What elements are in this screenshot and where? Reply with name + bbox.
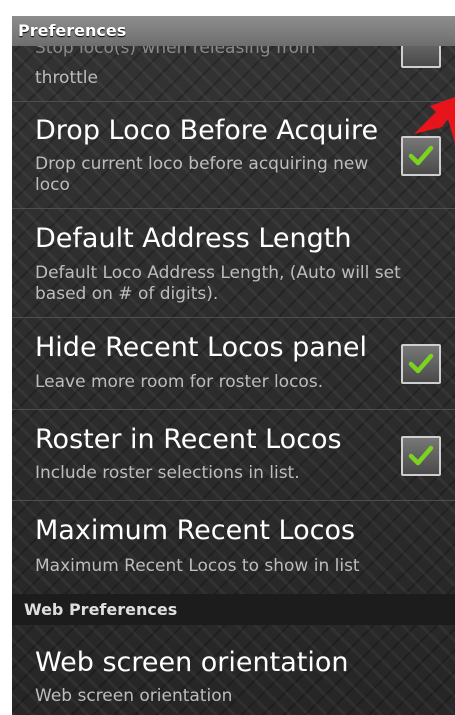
pref-title: Maximum Recent Locos bbox=[35, 515, 356, 546]
pref-summary: Maximum Recent Locos to show in list bbox=[35, 556, 360, 576]
pref-title: Default Address Length bbox=[35, 223, 352, 254]
pref-item-hide-recent[interactable]: Hide Recent Locos panel Leave more room … bbox=[12, 318, 455, 410]
hide-recent-checkbox[interactable] bbox=[401, 344, 441, 384]
pref-item-drop-loco[interactable]: Drop Loco Before Acquire Drop current lo… bbox=[12, 102, 455, 209]
pref-summary-partial: Stop loco(s) when releasing from bbox=[35, 46, 316, 58]
roster-recent-checkbox[interactable] bbox=[401, 436, 441, 476]
pref-summary: Drop current loco before acquiring new l… bbox=[35, 154, 369, 195]
pref-item-max-recent[interactable]: Maximum Recent Locos Maximum Recent Loco… bbox=[12, 501, 455, 594]
checkmark-icon bbox=[408, 445, 434, 466]
pref-summary: Include roster selections in list. bbox=[35, 463, 300, 483]
pref-title: Hide Recent Locos panel bbox=[35, 332, 368, 363]
pref-summary: Leave more room for roster locos. bbox=[35, 372, 324, 392]
pref-title: Web screen orientation bbox=[35, 647, 349, 678]
red-arrow-icon bbox=[414, 97, 455, 144]
pref-summary: throttle bbox=[35, 68, 98, 88]
pref-item-roster-recent[interactable]: Roster in Recent Locos Include roster se… bbox=[12, 410, 455, 501]
pref-item-address-length[interactable]: Default Address Length Default Loco Addr… bbox=[12, 209, 455, 318]
page-title: Preferences bbox=[18, 21, 127, 40]
checkmark-icon bbox=[408, 353, 434, 374]
title-bar: Preferences bbox=[12, 16, 455, 46]
pref-summary: Web screen orientation bbox=[35, 686, 233, 706]
pref-title: Roster in Recent Locos bbox=[35, 424, 342, 455]
phone-screen: Preferences Stop loco(s) when releasing … bbox=[12, 16, 455, 715]
section-header-web: Web Preferences bbox=[12, 594, 455, 625]
pref-item-web-orientation[interactable]: Web screen orientation Web screen orient… bbox=[12, 625, 455, 715]
pref-summary: Default Loco Address Length, (Auto will … bbox=[35, 263, 401, 304]
checkmark-icon bbox=[408, 145, 434, 166]
pref-title: Drop Loco Before Acquire bbox=[35, 115, 379, 146]
